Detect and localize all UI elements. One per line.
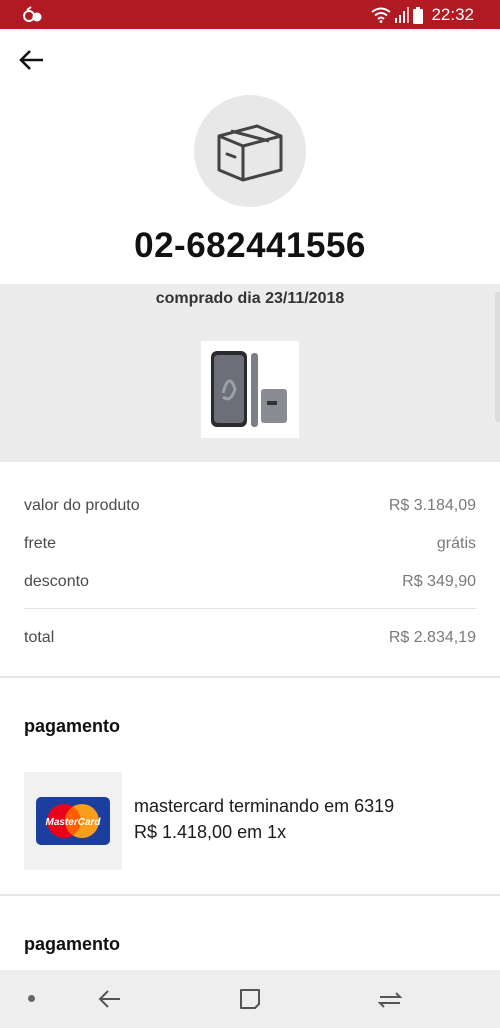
order-avatar <box>194 95 306 207</box>
scroll-indicator[interactable] <box>495 292 500 422</box>
section-divider <box>0 676 500 678</box>
notification-app-icon <box>23 6 42 22</box>
back-button[interactable] <box>14 44 48 76</box>
summary-label: desconto <box>24 573 89 590</box>
payment-amount-text: R$ 1.418,00 em 1x <box>134 822 287 842</box>
status-bar: 22:32 <box>0 0 500 29</box>
total-value: R$ 2.834,19 <box>388 629 476 646</box>
summary-row-product-value: valor do produto R$ 3.184,09 <box>24 497 476 521</box>
summary-label: frete <box>24 535 57 552</box>
payment-card-text: mastercard terminando em 6319 <box>134 796 395 816</box>
payment-section-title: pagamento <box>24 934 121 954</box>
section-divider <box>0 894 500 896</box>
status-time: 22:32 <box>431 5 474 24</box>
arrow-left-icon <box>19 50 43 70</box>
mastercard-logo-icon: MasterCard <box>36 797 110 845</box>
summary-row-discount: desconto R$ 349,90 <box>24 573 476 597</box>
mastercard-logo-text: MasterCard <box>45 817 101 828</box>
summary-value: R$ 3.184,09 <box>388 497 476 514</box>
nav-recents-icon[interactable] <box>376 986 404 1012</box>
battery-icon <box>413 6 424 24</box>
nav-indicator-dot <box>28 995 35 1002</box>
summary-value: grátis <box>436 535 476 552</box>
package-box-icon <box>217 124 283 182</box>
product-image[interactable] <box>201 341 299 438</box>
summary-value: R$ 349,90 <box>402 573 476 590</box>
nav-home-icon[interactable] <box>236 986 264 1012</box>
summary-divider <box>24 608 476 609</box>
total-label: total <box>24 629 55 646</box>
system-nav-bar <box>0 970 500 1028</box>
card-brand-box: MasterCard <box>24 772 122 870</box>
payment-section-title: pagamento <box>24 716 121 736</box>
wifi-icon <box>371 7 392 23</box>
summary-label: valor do produto <box>24 497 140 514</box>
status-icons: 22:32 <box>371 4 474 26</box>
summary-row-shipping: frete grátis <box>24 535 476 559</box>
signal-icon <box>395 7 410 23</box>
order-number: 02-682441556 <box>134 226 366 265</box>
summary-row-total: total R$ 2.834,19 <box>24 629 476 653</box>
nav-back-icon[interactable] <box>96 986 124 1012</box>
smartphone-image <box>211 351 287 427</box>
purchase-date: comprado dia 23/11/2018 <box>155 290 345 307</box>
